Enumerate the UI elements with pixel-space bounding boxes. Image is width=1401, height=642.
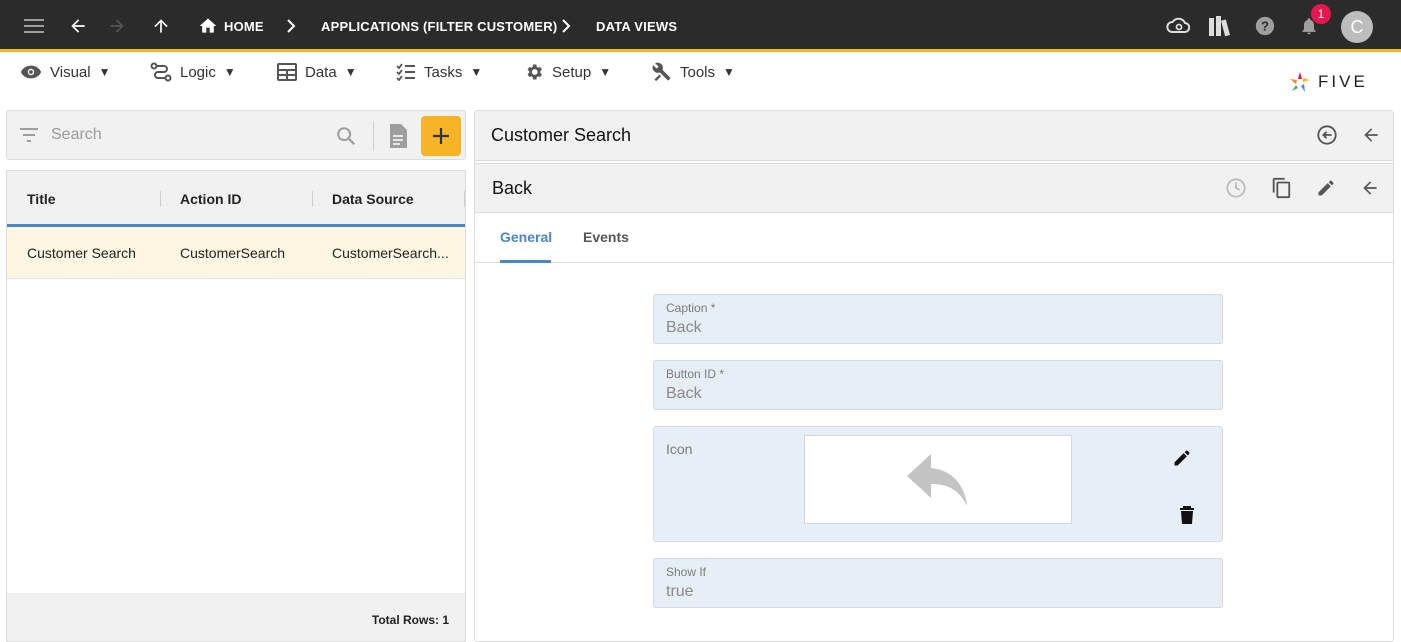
logic-flow-icon [150,62,172,82]
column-divider[interactable] [312,191,313,207]
column-divider[interactable] [464,191,465,207]
filter-icon[interactable] [19,127,39,148]
sub-record-header: Back [475,163,1393,213]
tab-bar: General Events [475,213,1393,263]
menu-setup[interactable]: Setup ▼ [524,61,611,83]
forward-arrow-icon[interactable] [104,13,130,39]
icon-preview [804,435,1072,524]
show-if-field[interactable]: Show If true [653,558,1223,608]
add-button[interactable] [421,116,461,156]
menu-visual[interactable]: Visual ▼ [20,61,110,83]
tools-icon [652,62,671,82]
cell-action-id: CustomerSearch [180,245,286,261]
five-logo: FIVE [1288,70,1368,94]
icon-label: Icon [666,441,693,457]
dropdown-arrow-icon: ▼ [98,65,111,79]
breadcrumb-data-views[interactable]: DATA VIEWS [596,19,677,34]
home-icon[interactable] [195,13,221,39]
back-arrow-icon[interactable] [1359,123,1383,147]
sub-record-title: Back [492,178,533,198]
back-arrow-icon[interactable] [65,13,91,39]
breadcrumb-home[interactable]: HOME [224,19,264,34]
checklist-icon [396,63,415,81]
search-input[interactable]: Search [51,126,102,144]
tab-events[interactable]: Events [583,229,629,245]
library-books-icon[interactable] [1207,13,1233,39]
chevron-right-icon [284,17,298,35]
detail-panel: Customer Search Back General Events Capt… [474,110,1394,642]
back-arrow-icon[interactable] [1358,176,1382,200]
menu-setup-label: Setup [552,63,592,81]
menu-data-label: Data [305,63,337,81]
dropdown-arrow-icon: ▼ [470,65,483,79]
dropdown-arrow-icon: ▼ [723,65,735,79]
eye-icon [20,65,42,79]
search-divider [373,121,374,151]
dropdown-arrow-icon: ▼ [344,65,357,79]
cell-title: Customer Search [27,245,136,261]
search-bar: Search [6,110,466,160]
table-row[interactable]: Customer Search CustomerSearch CustomerS… [7,227,465,279]
menu-tools-label: Tools [680,63,716,81]
button-id-field[interactable]: Button ID * Back [653,360,1223,410]
up-arrow-icon[interactable] [148,13,174,39]
button-id-input[interactable]: Back [666,385,702,403]
total-rows: Total Rows: 1 [371,613,449,627]
dropdown-arrow-icon: ▼ [599,65,612,79]
menu-tasks[interactable]: Tasks ▼ [396,61,482,83]
reply-icon [907,453,967,506]
search-icon[interactable] [335,125,357,152]
active-tab-indicator [500,260,551,263]
copy-icon[interactable] [1269,176,1293,200]
menu-logic[interactable]: Logic ▼ [150,61,236,83]
edit-icon-pencil-icon[interactable] [1172,448,1192,473]
five-logo-icon [1290,72,1310,92]
history-clock-icon[interactable] [1224,176,1248,200]
caption-input[interactable]: Back [666,319,702,337]
notification-badge: 1 [1311,4,1331,24]
delete-trash-icon[interactable] [1179,505,1195,530]
menu-tools[interactable]: Tools ▼ [652,61,735,83]
grid-footer: Total Rows: 1 [7,593,465,641]
dropdown-arrow-icon: ▼ [223,65,236,79]
caption-field[interactable]: Caption * Back [653,294,1223,344]
show-if-input[interactable]: true [666,583,694,601]
document-icon[interactable] [388,123,408,154]
top-bar: HOME APPLICATIONS (FILTER CUSTOMER) DATA… [0,0,1401,52]
table-icon [277,63,297,81]
grid-header: Title Action ID Data Source [7,171,465,227]
menu-data[interactable]: Data ▼ [277,61,357,83]
column-header-action-id[interactable]: Action ID [180,191,241,207]
show-if-label: Show If [666,565,707,579]
column-header-title[interactable]: Title [27,191,56,207]
logo-text: FIVE [1318,72,1368,91]
tab-general[interactable]: General [500,229,552,245]
button-id-label: Button ID * [666,367,725,381]
breadcrumb-applications[interactable]: APPLICATIONS (FILTER CUSTOMER) [321,19,557,34]
column-header-data-source[interactable]: Data Source [332,191,414,207]
history-back-icon[interactable] [1315,123,1339,147]
cell-data-source: CustomerSearch... [332,245,449,261]
column-divider[interactable] [160,191,161,207]
record-title: Customer Search [491,125,632,145]
actions-grid: Title Action ID Data Source Customer Sea… [6,170,466,642]
menu-bar: Visual ▼ Logic ▼ Data ▼ Tasks ▼ Setup ▼ … [0,55,1401,95]
record-header: Customer Search [475,111,1393,161]
edit-pencil-icon[interactable] [1314,176,1338,200]
hamburger-menu-icon[interactable] [21,13,47,39]
chevron-right-icon [559,17,573,35]
menu-logic-label: Logic [180,63,216,81]
gear-icon [527,64,542,80]
plus-icon [433,128,449,144]
menu-tasks-label: Tasks [424,63,463,81]
help-icon[interactable]: ? [1252,13,1278,39]
caption-label: Caption * [666,301,716,315]
cloud-settings-icon[interactable] [1165,13,1191,39]
user-avatar[interactable]: C [1341,11,1373,43]
svg-text:?: ? [1261,19,1269,34]
icon-field: Icon [653,426,1223,542]
menu-visual-label: Visual [50,63,91,81]
